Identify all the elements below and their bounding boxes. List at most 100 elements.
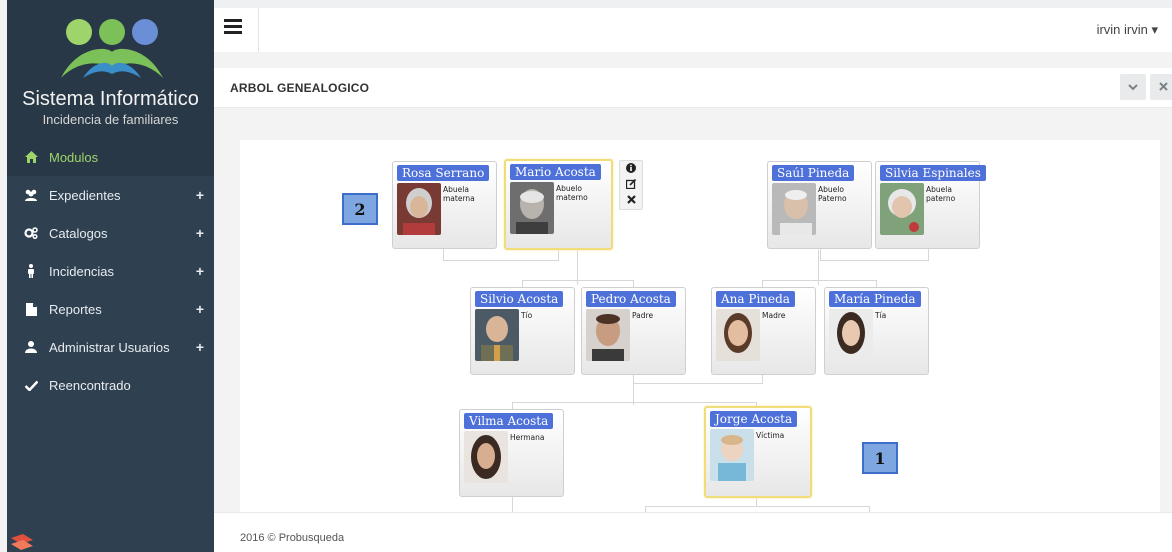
user-icon: [24, 340, 38, 354]
tree-node[interactable]: Silvio Acosta Tío: [470, 287, 575, 375]
connector: [756, 498, 757, 506]
node-name: Rosa Serrano: [397, 165, 490, 181]
node-name: Saúl Pineda: [772, 165, 855, 181]
sidebar-item-administrar-usuarios[interactable]: Administrar Usuarios +: [7, 328, 214, 366]
sidebar: Sistema Informático Incidencia de famili…: [7, 0, 214, 552]
tree-node[interactable]: Vilma Acosta Hermana: [459, 409, 564, 497]
footer: 2016 © Probusqueda: [214, 512, 1172, 552]
node-name: Vilma Acosta: [464, 413, 554, 429]
family-tree: Rosa Serrano Abuela materna Mario Acosta…: [240, 140, 1160, 512]
sidebar-item-label: Administrar Usuarios: [49, 339, 170, 355]
edit-icon[interactable]: [625, 178, 637, 192]
person-photo: [829, 309, 873, 361]
connector: [512, 402, 757, 403]
person-photo: [880, 183, 924, 235]
expand-icon: +: [195, 187, 204, 203]
sidebar-item-label: Expedientes: [49, 187, 121, 203]
node-relation: Tía: [875, 311, 887, 320]
sidebar-item-catalogos[interactable]: Catalogos +: [7, 214, 214, 252]
divider: [258, 8, 259, 52]
tree-node[interactable]: Saúl Pineda Abuelo Paterno: [767, 161, 872, 249]
brand-title: Sistema Informático: [22, 88, 199, 110]
person-photo: [710, 429, 754, 481]
annotation-badge: 1: [862, 442, 898, 474]
tree-node[interactable]: Ana Pineda Madre: [711, 287, 816, 375]
tree-node[interactable]: María Pineda Tía: [824, 287, 929, 375]
sidebar-menu: Modulos Expedientes + Catalogos + Incide…: [7, 138, 214, 404]
info-icon[interactable]: [626, 162, 636, 176]
collapse-button[interactable]: [1120, 74, 1146, 100]
connector: [522, 280, 634, 281]
sidebar-item-expedientes[interactable]: Expedientes +: [7, 176, 214, 214]
node-relation: Tío: [521, 311, 533, 320]
person-photo: [716, 309, 760, 361]
node-name: María Pineda: [829, 291, 921, 307]
top-navbar: irvin irvin ▾: [214, 0, 1172, 52]
close-icon: [1158, 80, 1168, 94]
node-name: Silvia Espinales: [880, 165, 986, 181]
node-relation: Padre: [632, 311, 654, 320]
annotation-badge: 2: [342, 193, 378, 225]
node-relation: Víctima: [756, 431, 785, 440]
page-title: ARBOL GENEALOGICO: [230, 81, 370, 95]
sidebar-item-reportes[interactable]: Reportes +: [7, 290, 214, 328]
node-relation: Abuelo materno: [556, 184, 588, 202]
node-name: Mario Acosta: [510, 164, 601, 180]
connector: [645, 506, 870, 507]
person-photo: [510, 182, 554, 234]
cogs-icon: [24, 226, 38, 240]
file-icon: [24, 302, 38, 316]
connector: [443, 248, 444, 260]
tree-node-selected[interactable]: Jorge Acosta Víctima: [704, 406, 812, 498]
sidebar-item-modulos[interactable]: Modulos: [7, 138, 214, 176]
tree-node[interactable]: Rosa Serrano Abuela materna: [392, 161, 497, 249]
home-icon: [24, 150, 38, 164]
connector: [928, 248, 929, 260]
node-name: Pedro Acosta: [586, 291, 676, 307]
expand-icon: +: [195, 339, 204, 355]
check-icon: [24, 378, 38, 392]
person-photo: [475, 309, 519, 361]
tree-node[interactable]: Silvia Espinales Abuela paterno: [875, 161, 986, 249]
sidebar-item-label: Catalogos: [49, 225, 108, 241]
node-relation: Madre: [762, 311, 786, 320]
person-photo: [464, 431, 508, 483]
connector: [512, 495, 513, 512]
person-icon: [24, 264, 38, 278]
person-photo: [586, 309, 630, 361]
person-photo: [772, 183, 816, 235]
footer-copyright: 2016 © Probusqueda: [240, 532, 345, 544]
brand-subtitle: Incidencia de familiares: [42, 112, 179, 127]
panel-header: ARBOL GENEALOGICO: [214, 68, 1172, 108]
sidebar-item-label: Reportes: [49, 301, 102, 317]
node-relation: Hermana: [510, 433, 545, 442]
logo-icon: [61, 19, 163, 78]
connector: [820, 260, 929, 261]
node-name: Jorge Acosta: [710, 411, 798, 427]
node-relation: Abuela paterno: [926, 185, 956, 203]
brand: Sistema Informático Incidencia de famili…: [7, 0, 214, 138]
user-menu[interactable]: irvin irvin ▾: [1097, 22, 1158, 38]
menu-toggle-icon[interactable]: [224, 19, 242, 34]
sidebar-item-incidencias[interactable]: Incidencias +: [7, 252, 214, 290]
expand-icon: +: [195, 301, 204, 317]
sidebar-item-reencontrado[interactable]: Reencontrado: [7, 366, 214, 404]
connector: [443, 260, 559, 261]
expand-icon: +: [195, 225, 204, 241]
app-corner-icon: [7, 530, 37, 552]
tree-node[interactable]: Pedro Acosta Padre: [581, 287, 686, 375]
tree-node-selected[interactable]: Mario Acosta Abuelo materno: [504, 159, 613, 250]
sidebar-item-label: Incidencias: [49, 263, 115, 279]
chevron-down-icon: [1128, 80, 1138, 94]
expand-icon: +: [195, 263, 204, 279]
node-name: Ana Pineda: [716, 291, 795, 307]
node-relation: Abuelo Paterno: [818, 185, 847, 203]
users-icon: [24, 188, 38, 202]
node-name: Silvio Acosta: [475, 291, 564, 307]
remove-icon[interactable]: [626, 195, 636, 207]
sidebar-item-label: Reencontrado: [49, 377, 131, 393]
sidebar-item-label: Modulos: [49, 149, 99, 165]
close-button[interactable]: [1150, 74, 1172, 100]
node-relation: Abuela materna: [443, 185, 475, 203]
connector: [762, 280, 877, 281]
